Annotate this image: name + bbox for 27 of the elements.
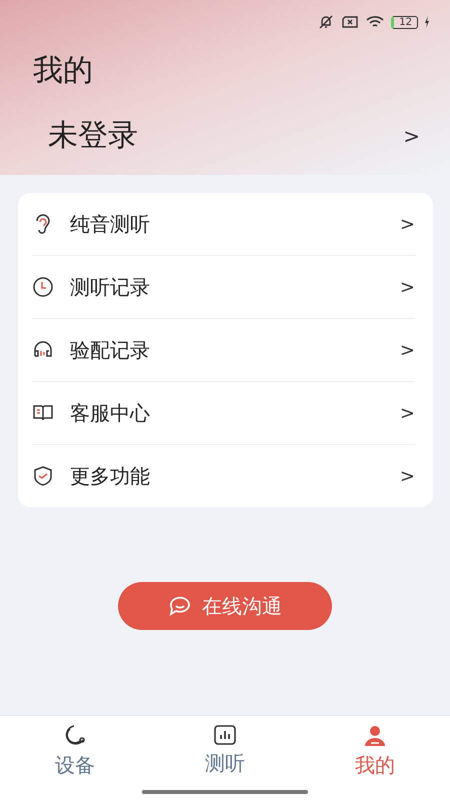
- chevron-icon: >: [400, 276, 415, 298]
- page-title: 我的: [33, 52, 94, 90]
- nav-tab[interactable]: 设备: [0, 716, 150, 800]
- menu-item[interactable]: 测听记录 >: [32, 255, 415, 318]
- battery-indicator: 12: [391, 16, 418, 28]
- menu-item[interactable]: 客服中心 >: [32, 381, 415, 444]
- menu-item[interactable]: 纯音测听 >: [32, 193, 415, 255]
- shield-icon: [32, 465, 54, 487]
- chevron-icon: >: [400, 340, 415, 360]
- clock-icon: [32, 276, 54, 298]
- chevron-icon: >: [403, 124, 420, 148]
- menu-item[interactable]: 更多功能 >: [32, 444, 415, 507]
- wifi-icon: [365, 15, 386, 29]
- login-row[interactable]: 未登录 >: [48, 115, 420, 156]
- chevron-icon: >: [400, 466, 415, 486]
- mute-icon: [317, 15, 336, 29]
- charging-icon: [424, 16, 430, 28]
- chat-button[interactable]: 在线沟通: [118, 582, 332, 630]
- chart-icon: [213, 724, 237, 746]
- chevron-icon: >: [400, 214, 415, 234]
- nav-tab[interactable]: 测听: [150, 716, 300, 800]
- person-icon: [363, 724, 387, 748]
- chat-icon: [168, 596, 192, 616]
- chevron-icon: >: [400, 402, 415, 424]
- nav-tab[interactable]: 我的: [300, 716, 450, 800]
- sim-icon: [341, 16, 360, 28]
- menu-item[interactable]: 验配记录 >: [32, 318, 415, 381]
